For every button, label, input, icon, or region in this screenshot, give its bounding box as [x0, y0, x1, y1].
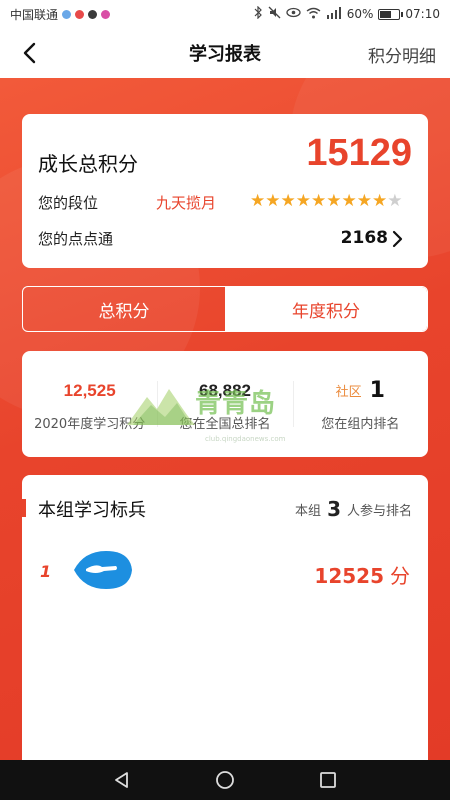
status-right: 60% 07:10 — [253, 5, 440, 22]
triangle-back-icon — [114, 772, 128, 788]
community-tag: 社区 — [335, 385, 362, 400]
points-value[interactable]: 2168 — [341, 228, 388, 248]
app-notification-icon — [75, 9, 85, 19]
watermark-text: 青青岛 — [195, 389, 277, 419]
group-leaders-card: 本组学习标兵 本组 3 人参与排名 1 12525 分 — [22, 475, 428, 775]
app-notification-icon — [62, 9, 72, 19]
count-number: 3 — [327, 497, 341, 521]
chevron-left-icon — [23, 42, 36, 64]
signal-icon — [326, 6, 342, 22]
rank-stars: ★ ★ ★ ★ ★ ★ ★ ★ ★ ★ — [250, 191, 403, 211]
chevron-right-icon[interactable] — [390, 229, 408, 249]
star-filled-icon: ★ — [356, 191, 372, 211]
group-title: 本组学习标兵 — [38, 500, 146, 521]
total-score-label: 成长总积分 — [38, 152, 138, 176]
avatar — [72, 547, 134, 593]
star-filled-icon: ★ — [295, 191, 311, 211]
square-recents-icon — [320, 772, 337, 788]
rank-label: 您的段位 — [38, 194, 99, 212]
star-filled-icon: ★ — [326, 191, 342, 211]
member-score-value: 12525 — [314, 564, 384, 588]
points-label: 您的点点通 — [38, 230, 114, 248]
app-notification-icon — [101, 9, 111, 19]
battery-percent: 60% — [346, 7, 374, 21]
system-nav-bar — [0, 760, 450, 800]
star-filled-icon: ★ — [311, 191, 327, 211]
eye-icon — [286, 7, 301, 21]
member-score-unit: 分 — [390, 564, 410, 588]
group-rank-value: 1 — [369, 378, 385, 403]
circle-home-icon — [216, 771, 234, 789]
star-empty-icon: ★ — [387, 191, 403, 211]
star-filled-icon: ★ — [372, 191, 388, 211]
battery-level-fill — [380, 10, 391, 18]
battery-icon — [378, 8, 404, 20]
bluetooth-icon — [253, 5, 263, 22]
app-notification-icon — [88, 9, 98, 19]
group-rank-label: 您在组内排名 — [321, 416, 400, 432]
section-accent-bar — [22, 499, 26, 517]
member-rank: 1 — [40, 562, 52, 581]
count-suffix: 人参与排名 — [346, 503, 412, 519]
app-header: 学习报表 积分明细 — [0, 28, 450, 78]
count-prefix: 本组 — [295, 503, 322, 519]
star-filled-icon: ★ — [265, 191, 281, 211]
watermark-url: club.qingdaonews.com — [205, 435, 286, 443]
mountain-logo-icon — [127, 389, 195, 425]
status-left: 中国联通 — [10, 6, 111, 23]
score-tabs: 总积分 年度积分 — [22, 286, 428, 332]
star-filled-icon: ★ — [341, 191, 357, 211]
page-title: 学习报表 — [189, 44, 261, 65]
site-watermark: 青青岛 club.qingdaonews.com — [125, 375, 315, 455]
star-filled-icon: ★ — [280, 191, 296, 211]
mute-icon — [268, 6, 281, 22]
member-score: 12525 分 — [314, 560, 410, 589]
total-score-value: 15129 — [306, 132, 412, 174]
back-button[interactable] — [14, 38, 44, 68]
nav-home-button[interactable] — [210, 765, 240, 795]
rank-name: 九天揽月 — [156, 194, 217, 212]
clock: 07:10 — [405, 7, 440, 21]
group-participant-count: 本组 3 人参与排名 — [295, 497, 412, 521]
star-filled-icon: ★ — [250, 191, 266, 211]
wifi-icon — [306, 7, 321, 22]
tab-annual-score[interactable]: 年度积分 — [225, 287, 427, 331]
carrier-label: 中国联通 — [10, 7, 59, 22]
nav-back-button[interactable] — [107, 765, 137, 795]
nav-recents-button[interactable] — [313, 765, 343, 795]
tab-total-score[interactable]: 总积分 — [23, 287, 225, 331]
growth-score-card: 成长总积分 15129 您的段位 九天揽月 ★ ★ ★ ★ ★ ★ ★ ★ ★ ★ 您的点点通 2… — [22, 114, 428, 268]
status-bar: 中国联通 60% 07:10 — [0, 0, 450, 28]
points-detail-link[interactable]: 积分明细 — [368, 42, 436, 67]
annual-score-value: 12,525 — [63, 380, 116, 400]
